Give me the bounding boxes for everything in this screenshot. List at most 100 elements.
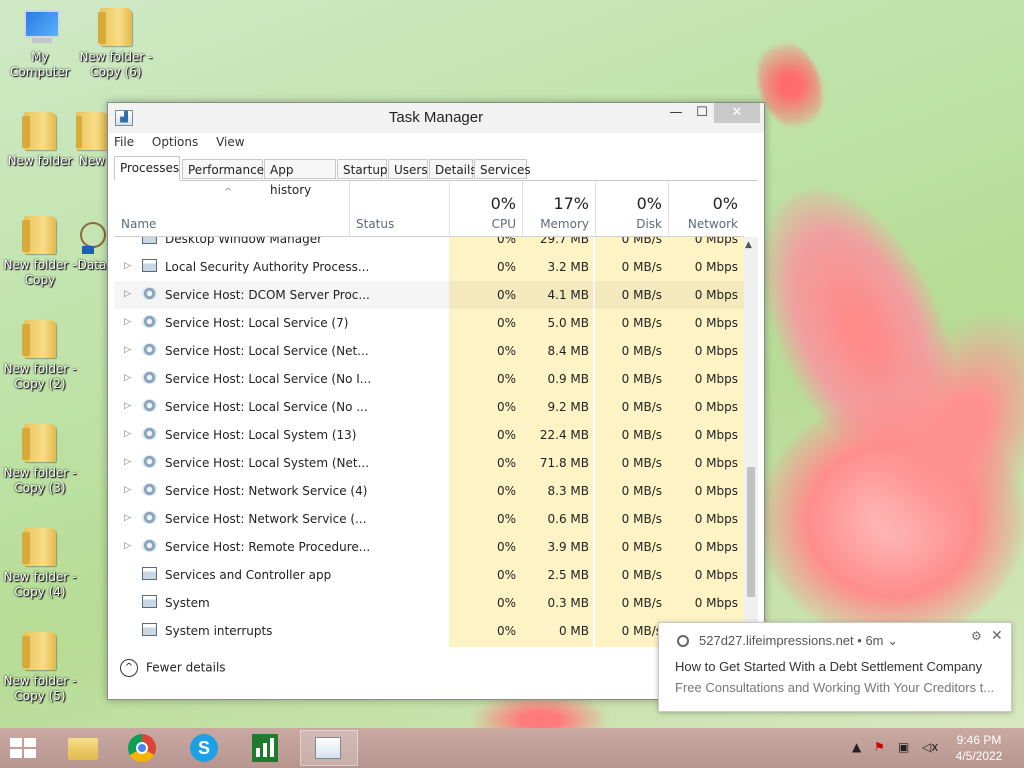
column-memory[interactable]: 17% Memory	[522, 181, 595, 236]
gear-icon[interactable]: ⚙	[971, 629, 982, 643]
taskbar: S ▲ ⚑ ▣ ◁x 9:46 PM 4/5/2022	[0, 728, 1024, 768]
cell-disk: 0 MB/s	[621, 596, 662, 610]
cell-network: 0 Mbps	[694, 484, 738, 498]
menu-options[interactable]: Options	[152, 135, 198, 149]
process-name: Service Host: Local Service (7)	[165, 316, 349, 330]
taskbar-file-explorer[interactable]	[54, 730, 112, 766]
close-icon[interactable]: ✕	[991, 627, 1003, 644]
column-status[interactable]: Status	[349, 181, 449, 236]
scroll-thumb[interactable]	[747, 467, 755, 597]
taskbar-skype[interactable]: S	[176, 730, 234, 766]
menu-view[interactable]: View	[216, 135, 244, 149]
cell-cpu: 0%	[496, 484, 516, 498]
desktop-icon-data[interactable]: Data	[76, 216, 108, 273]
column-cpu[interactable]: 0% CPU	[449, 181, 522, 236]
menu-bar: File Options View	[114, 135, 259, 149]
vertical-scrollbar[interactable]: ▲ ▼	[744, 237, 758, 647]
expand-arrow-icon[interactable]: ▷	[124, 513, 131, 523]
window-icon	[142, 567, 157, 580]
expand-arrow-icon[interactable]: ▷	[124, 457, 131, 467]
expand-arrow-icon[interactable]: ▷	[124, 373, 131, 383]
cell-memory: 3.2 MB	[547, 260, 589, 274]
scroll-up-icon[interactable]: ▲	[745, 240, 752, 250]
cell-cpu: 0%	[496, 624, 516, 638]
folder-icon	[22, 528, 56, 566]
process-row[interactable]: ▷ Local Security Authority Process... 0% 3.…	[114, 253, 744, 281]
action-center-flag-icon[interactable]: ⚑	[874, 740, 885, 754]
desktop-icon-folder[interactable]: New	[76, 112, 108, 169]
expand-arrow-icon[interactable]: ▷	[124, 317, 131, 327]
process-row[interactable]: ▷ Service Host: Local System (13) 0% 22.4 M…	[114, 421, 744, 449]
column-disk[interactable]: 0% Disk	[595, 181, 668, 236]
desktop-icon-folder[interactable]: New folder - Copy (2)	[0, 320, 80, 392]
tab-startup[interactable]: Startup	[337, 159, 388, 179]
desktop-icon-folder[interactable]: New folder - Copy (6)	[76, 8, 156, 80]
process-row[interactable]: ▷ Service Host: Local Service (No I... 0% 0…	[114, 365, 744, 393]
cell-network: 0 Mbps	[694, 288, 738, 302]
minimize-button[interactable]: —	[662, 103, 690, 123]
process-row[interactable]: ▷ Service Host: Network Service (4) 0% 8.3 …	[114, 477, 744, 505]
process-row[interactable]: System 0% 0.3 MB 0 MB/s 0 Mbps	[114, 589, 744, 617]
show-hidden-icons-icon[interactable]: ▲	[852, 740, 861, 754]
desktop-icon-folder[interactable]: New folder - Copy (3)	[0, 424, 80, 496]
expand-arrow-icon[interactable]: ▷	[124, 485, 131, 495]
tab-processes[interactable]: Processes	[114, 156, 180, 181]
notification-toast[interactable]: 527d27.lifeimpressions.net • 6m ⌄ ⚙ ✕ Ho…	[658, 622, 1012, 712]
column-network[interactable]: 0% Network	[668, 181, 744, 236]
folder-icon	[98, 8, 132, 46]
tab-details[interactable]: Details	[429, 159, 477, 179]
process-name: Service Host: Local System (13)	[165, 428, 357, 442]
process-name: Service Host: DCOM Server Proc...	[165, 288, 370, 302]
process-row[interactable]: Desktop Window Manager 0% 29.7 MB 0 MB/s 0 M…	[114, 237, 744, 253]
process-row[interactable]: ▷ Service Host: Local System (Net... 0% 71.…	[114, 449, 744, 477]
menu-file[interactable]: File	[114, 135, 134, 149]
tab-users[interactable]: Users	[388, 159, 428, 179]
column-name[interactable]: Name	[114, 181, 349, 236]
expand-arrow-icon[interactable]: ▷	[124, 541, 131, 551]
desktop-icon-folder[interactable]: New folder - Copy (4)	[0, 528, 80, 600]
desktop-icon-folder[interactable]: New folder	[0, 112, 80, 169]
expand-arrow-icon[interactable]: ▷	[124, 401, 131, 411]
process-list: Desktop Window Manager 0% 29.7 MB 0 MB/s 0 M…	[114, 237, 744, 647]
tab-services[interactable]: Services	[474, 159, 531, 179]
volume-muted-icon[interactable]: ◁x	[922, 740, 938, 754]
maximize-button[interactable]: ☐	[688, 103, 716, 123]
system-clock[interactable]: 9:46 PM 4/5/2022	[944, 732, 1014, 764]
taskbar-chrome[interactable]	[114, 730, 172, 766]
tab-app-history[interactable]: App history	[264, 159, 336, 197]
desktop-icon-my-computer[interactable]: My Computer	[0, 8, 80, 80]
cell-cpu: 0%	[496, 372, 516, 386]
process-row[interactable]: ▷ Service Host: Local Service (No ... 0% 9.…	[114, 393, 744, 421]
process-row[interactable]: ▷ Service Host: Local Service (7) 0% 5.0 MB…	[114, 309, 744, 337]
window-icon	[142, 595, 157, 608]
cell-cpu: 0%	[496, 316, 516, 330]
expand-arrow-icon[interactable]: ▷	[124, 289, 131, 299]
taskbar-task-manager[interactable]	[300, 730, 358, 766]
start-button[interactable]	[10, 738, 38, 760]
desktop-icon-folder[interactable]: New folder - Copy	[0, 216, 80, 288]
cell-network: 0 Mbps	[694, 400, 738, 414]
process-row[interactable]: ▷ Service Host: Local Service (Net... 0% 8.…	[114, 337, 744, 365]
process-row[interactable]: ▷ Service Host: Network Service (... 0% 0.6…	[114, 505, 744, 533]
expand-arrow-icon[interactable]: ▷	[124, 261, 131, 271]
cell-disk: 0 MB/s	[621, 260, 662, 274]
expand-arrow-icon[interactable]: ▷	[124, 345, 131, 355]
close-button[interactable]: ✕	[714, 103, 760, 123]
notification-source: 527d27.lifeimpressions.net • 6m ⌄	[699, 633, 899, 648]
fewer-details-button[interactable]: ^ Fewer details	[120, 659, 226, 677]
process-row[interactable]: ▷ Service Host: DCOM Server Proc... 0% 4.1 …	[114, 281, 744, 309]
taskbar-stock-app[interactable]	[238, 730, 296, 766]
cell-disk: 0 MB/s	[621, 288, 662, 302]
cell-memory: 8.3 MB	[547, 484, 589, 498]
network-icon[interactable]: ▣	[898, 740, 909, 754]
cell-memory: 0 MB	[558, 624, 589, 638]
folder-icon	[22, 424, 56, 462]
process-row[interactable]: ▷ Service Host: Remote Procedure... 0% 3.9 …	[114, 533, 744, 561]
tab-performance[interactable]: Performance	[182, 159, 264, 179]
process-row[interactable]: System interrupts 0% 0 MB 0 MB/s	[114, 617, 744, 645]
expand-arrow-icon[interactable]: ▷	[124, 429, 131, 439]
window-icon	[142, 259, 157, 272]
desktop-icon-label: New folder - Copy (4)	[3, 570, 77, 599]
desktop-icon-folder[interactable]: New folder - Copy (5)	[0, 632, 80, 704]
process-row[interactable]: Services and Controller app 0% 2.5 MB 0 MB/…	[114, 561, 744, 589]
